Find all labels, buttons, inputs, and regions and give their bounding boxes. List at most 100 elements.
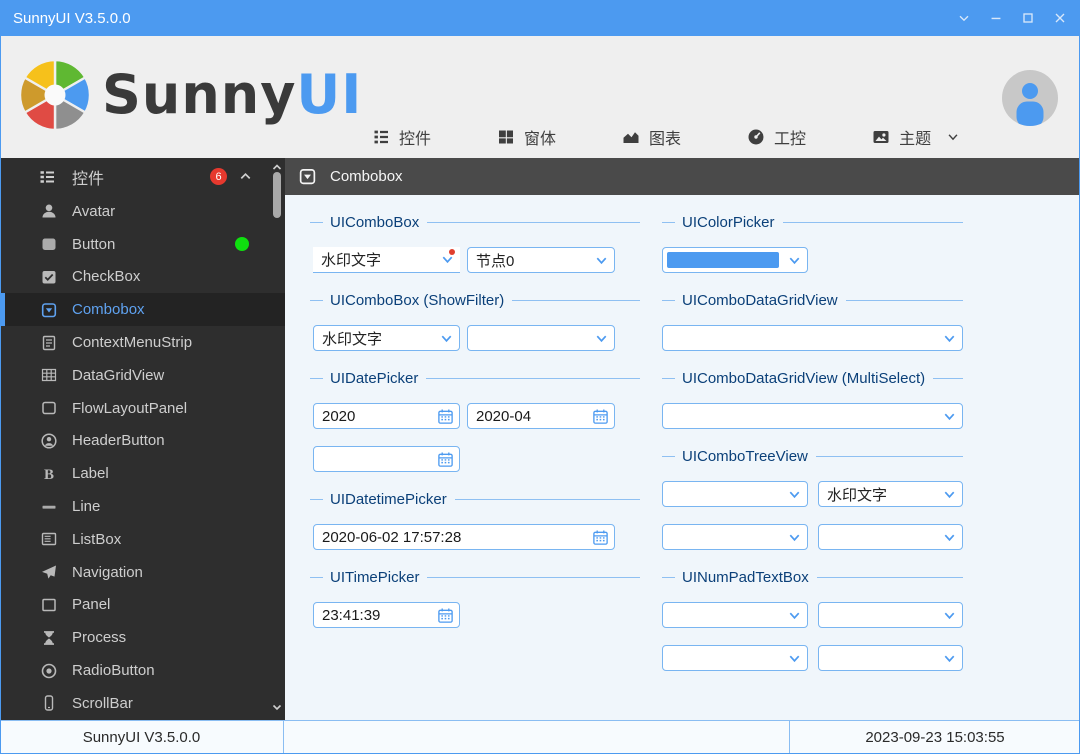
sidebar-item-contextmenustrip[interactable]: ContextMenuStrip [0,326,285,359]
button-icon [42,238,56,251]
sidebar-item-flowlayoutpanel[interactable]: FlowLayoutPanel [0,392,285,425]
group-title-uitimepicker: UITimePicker [310,568,640,586]
calendar-icon[interactable] [437,607,454,624]
calendar-icon[interactable] [592,408,609,425]
showfilter-watermark-dropdown[interactable]: 水印文字 [313,325,460,351]
uicombobox-watermark-dropdown[interactable]: 水印文字 [313,247,460,273]
numpad-textbox-4[interactable] [818,645,963,671]
line-icon [42,505,56,509]
datetimepicker-input[interactable] [322,528,592,546]
datepicker-empty-input[interactable] [322,450,437,468]
combotreeview-dropdown-4[interactable] [818,524,963,550]
chevron-down-icon [944,413,955,420]
sidebar-item-label: Button [72,235,116,253]
group-title-text: UIDatePicker [330,369,419,387]
sidebar-scrollbar[interactable] [270,158,284,720]
logo: SunnyUI [18,58,362,132]
showfilter-empty-dropdown[interactable] [467,325,615,351]
nav-tab-charts[interactable]: 图表 [622,125,681,149]
user-avatar[interactable] [1002,70,1058,131]
group-title-uinumpadtextbox: UINumPadTextBox [662,568,963,586]
combodatagridview-multiselect-dropdown[interactable] [662,403,963,429]
calendar-icon[interactable] [437,408,454,425]
numpad-textbox-1[interactable] [662,602,808,628]
sidebar-item-scrollbar[interactable]: ScrollBar [0,687,285,720]
sidebar-item-label-demo[interactable]: B Label [0,457,285,490]
nav-tab-theme[interactable]: 主题 [872,125,960,149]
scroll-down-icon[interactable] [271,700,283,718]
combobox-icon [41,302,57,318]
brand-sunny: Sunny [102,63,297,126]
chevron-down-icon [944,491,955,498]
sidebar-item-process[interactable]: Process [0,621,285,654]
combobox-icon [299,169,316,185]
colorpicker-dropdown[interactable] [662,247,808,273]
combo-placeholder: 水印文字 [322,330,383,348]
window-controls [954,0,1070,36]
sidebar-header[interactable]: 控件 6 [0,158,285,195]
nav-tab-forms[interactable]: 窗体 [497,125,556,149]
sidebar-item-label: RadioButton [72,662,155,680]
windows-icon [499,130,514,144]
chevron-down-icon[interactable] [954,8,974,28]
nav-tab-industrial[interactable]: 工控 [747,125,806,149]
sidebar-item-datagridview[interactable]: DataGridView [0,359,285,392]
combotreeview-watermark-dropdown[interactable]: 水印文字 [818,481,963,507]
grid-icon [41,369,57,382]
combotreeview-dropdown-1[interactable] [662,481,808,507]
group-title-uicombobox: UIComboBox [310,213,640,231]
combotreeview-dropdown-3[interactable] [662,524,808,550]
sidebar-item-combobox[interactable]: Combobox [0,293,285,327]
sidebar-item-line[interactable]: Line [0,490,285,523]
datepicker-year[interactable] [313,403,460,429]
chevron-down-icon [789,612,800,619]
sidebar-item-label: Process [72,629,127,647]
chevron-down-icon [596,335,607,342]
uicombobox-node-dropdown[interactable]: 节点0 [467,247,615,273]
sidebar-item-button[interactable]: Button [0,228,285,261]
group-title-text: UIColorPicker [682,213,775,231]
sidebar-item-checkbox[interactable]: CheckBox [0,261,285,294]
sidebar-item-label: CheckBox [72,268,141,286]
datepicker-month[interactable] [467,403,615,429]
sidebar-item-avatar[interactable]: Avatar [0,195,285,228]
timepicker[interactable] [313,602,460,628]
sidebar-item-panel[interactable]: Panel [0,589,285,622]
scrollbar-thumb[interactable] [273,172,281,218]
numpad-textbox-3[interactable] [662,645,808,671]
minimize-icon[interactable] [986,8,1006,28]
datetimepicker[interactable] [313,524,615,550]
timepicker-input[interactable] [322,606,437,624]
window-title: SunnyUI V3.5.0.0 [13,9,131,27]
datepicker-year-input[interactable] [322,407,437,425]
chevron-up-icon[interactable] [238,169,253,189]
maximize-icon[interactable] [1018,8,1038,28]
close-icon[interactable] [1050,8,1070,28]
sidebar-item-label: HeaderButton [72,432,165,450]
notification-badge: 6 [210,168,227,185]
nav-label: 工控 [774,131,807,148]
group-title-uidatetimepicker: UIDatetimePicker [310,490,640,508]
combo-placeholder: 水印文字 [321,252,382,269]
datepicker-empty[interactable] [313,446,460,472]
numpad-textbox-2[interactable] [818,602,963,628]
radio-icon [41,663,57,678]
group-title-uicombotreeview: UIComboTreeView [662,447,963,465]
content-area: UIComboBox 水印文字 节点0 UIComboBox (ShowFilt… [285,195,1080,720]
svg-text:B: B [44,467,54,483]
combo-placeholder: 水印文字 [827,486,888,504]
calendar-icon[interactable] [437,451,454,468]
sidebar-item-headerbutton[interactable]: HeaderButton [0,425,285,458]
sidebar-item-listbox[interactable]: ListBox [0,523,285,556]
nav-tab-controls[interactable]: 控件 [372,125,431,149]
sidebar-item-navigation[interactable]: Navigation [0,556,285,589]
group-title-text: UIComboBox [330,213,420,231]
color-wheel-icon [18,58,92,132]
bold-b-icon: B [44,467,54,483]
calendar-icon[interactable] [592,529,609,546]
datepicker-month-input[interactable] [476,407,592,425]
combodatagridview-dropdown[interactable] [662,325,963,351]
sidebar-item-radiobutton[interactable]: RadioButton [0,654,285,687]
group-title-uicombodatagridview: UIComboDataGridView [662,291,963,309]
chevron-down-icon [948,134,958,141]
